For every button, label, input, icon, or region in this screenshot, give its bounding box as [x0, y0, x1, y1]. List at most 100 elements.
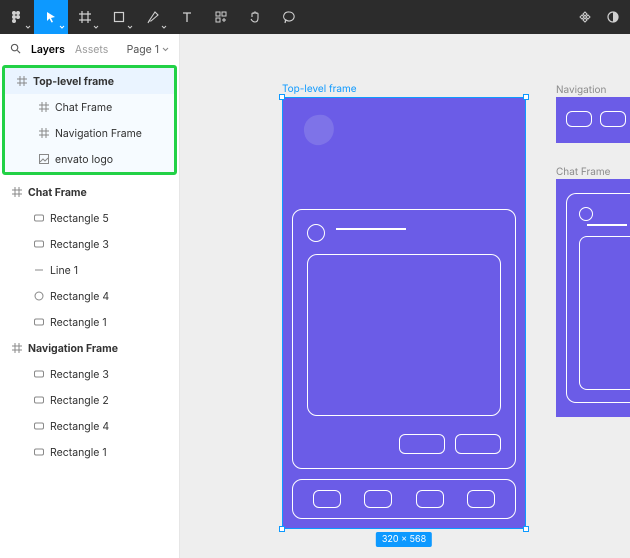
- toolbar-right: [578, 10, 620, 24]
- selection-handle[interactable]: [523, 526, 529, 532]
- layer-row[interactable]: envato logo: [5, 146, 174, 172]
- button-rect: [455, 434, 501, 454]
- chevron-down-icon: [59, 24, 65, 30]
- selected-layer-group: Top-level frame Chat Frame Navigation Fr…: [2, 65, 177, 175]
- navigation-frame: [292, 479, 516, 519]
- button-rect: [399, 434, 445, 454]
- layer-label: Rectangle 4: [50, 420, 109, 433]
- nav-button-rect: [313, 490, 341, 508]
- top-level-frame[interactable]: [282, 97, 526, 529]
- layer-row[interactable]: Rectangle 1: [0, 439, 179, 465]
- layer-row[interactable]: Rectangle 5: [0, 205, 179, 231]
- rect-icon: [34, 421, 44, 431]
- half-circle-icon[interactable]: [606, 10, 620, 24]
- button-rect: [566, 111, 592, 127]
- image-icon: [39, 154, 49, 164]
- comment-icon: [282, 10, 296, 24]
- selection-handle[interactable]: [279, 94, 285, 100]
- frame-icon: [39, 128, 49, 138]
- layer-row[interactable]: Chat Frame: [5, 94, 174, 120]
- layer-label: Top-level frame: [33, 75, 114, 88]
- avatar-circle: [579, 207, 593, 221]
- layer-row[interactable]: Navigation Frame: [0, 335, 179, 361]
- text-tool[interactable]: [170, 0, 204, 34]
- panel-header: Layers Assets Page 1: [0, 34, 179, 63]
- comment-tool[interactable]: [272, 0, 306, 34]
- figma-logo-icon: [10, 10, 24, 24]
- frame-icon: [17, 76, 27, 86]
- diamond-grid-icon[interactable]: [578, 10, 592, 24]
- page-selector[interactable]: Page 1: [127, 43, 169, 56]
- chat-frame: [292, 209, 516, 469]
- resources-tool[interactable]: [204, 0, 238, 34]
- layer-label: Rectangle 3: [50, 238, 109, 251]
- layer-label: Rectangle 1: [50, 316, 107, 329]
- nav-button-rect: [467, 490, 495, 508]
- text-icon: [180, 10, 194, 24]
- frame-title[interactable]: Top-level frame: [282, 83, 357, 95]
- frame-icon: [39, 102, 49, 112]
- layer-label: Rectangle 3: [50, 368, 109, 381]
- layer-row[interactable]: Line 1: [0, 257, 179, 283]
- hand-icon: [248, 10, 262, 24]
- content-rect: [579, 236, 630, 390]
- shape-tool[interactable]: [102, 0, 136, 34]
- layer-label: Line 1: [50, 264, 78, 277]
- content-rect: [307, 254, 501, 416]
- nav-button-rect: [364, 490, 392, 508]
- grid-plus-icon: [214, 10, 228, 24]
- line-icon: [34, 265, 44, 275]
- card-buttons: [399, 434, 501, 454]
- search-icon[interactable]: [10, 42, 21, 57]
- frame-tool[interactable]: [68, 0, 102, 34]
- layer-label: Navigation Frame: [28, 342, 118, 355]
- chevron-down-icon: [25, 24, 31, 30]
- text-line: [336, 228, 406, 230]
- rect-icon: [34, 395, 44, 405]
- hand-tool[interactable]: [238, 0, 272, 34]
- layer-label: envato logo: [55, 153, 113, 166]
- layer-row[interactable]: Top-level frame: [5, 68, 174, 94]
- toolbar-left: [0, 0, 306, 34]
- panel-tabs: Layers Assets: [10, 42, 108, 57]
- layer-row[interactable]: Rectangle 3: [0, 231, 179, 257]
- chevron-down-icon: [93, 24, 99, 30]
- layer-label: Rectangle 4: [50, 290, 109, 303]
- rect-icon: [34, 317, 44, 327]
- layer-row[interactable]: Rectangle 1: [0, 309, 179, 335]
- canvas[interactable]: Top-level frame 320 × 5: [180, 34, 630, 558]
- page-label: Page 1: [127, 43, 159, 56]
- tab-assets[interactable]: Assets: [75, 43, 108, 56]
- pen-icon: [146, 10, 160, 24]
- pointer-icon: [44, 10, 58, 24]
- nav-button-rect: [416, 490, 444, 508]
- pen-tool[interactable]: [136, 0, 170, 34]
- chat-frame-thumb[interactable]: [556, 179, 630, 417]
- top-toolbar: [0, 0, 630, 34]
- navigation-frame-thumb[interactable]: [556, 97, 630, 143]
- layer-label: Rectangle 1: [50, 446, 107, 459]
- layer-label: Rectangle 5: [50, 212, 109, 225]
- selection-handle[interactable]: [279, 526, 285, 532]
- layer-row[interactable]: Rectangle 2: [0, 387, 179, 413]
- left-panel: Layers Assets Page 1 Top-level frame Cha…: [0, 34, 180, 558]
- chevron-down-icon: [162, 43, 169, 56]
- layers-tree: Top-level frame Chat Frame Navigation Fr…: [0, 63, 179, 558]
- main-menu-button[interactable]: [0, 0, 34, 34]
- frame-title[interactable]: Chat Frame: [556, 166, 611, 178]
- layer-row[interactable]: Rectangle 4: [0, 283, 179, 309]
- button-rect: [600, 111, 626, 127]
- rect-icon: [34, 369, 44, 379]
- frame-icon: [78, 10, 92, 24]
- layer-row[interactable]: Navigation Frame: [5, 120, 174, 146]
- avatar-circle: [307, 224, 325, 242]
- main-area: Layers Assets Page 1 Top-level frame Cha…: [0, 34, 630, 558]
- layer-label: Rectangle 2: [50, 394, 109, 407]
- layer-row[interactable]: Rectangle 4: [0, 413, 179, 439]
- tab-layers[interactable]: Layers: [31, 43, 65, 56]
- layer-row[interactable]: Chat Frame: [0, 179, 179, 205]
- move-tool[interactable]: [34, 0, 68, 34]
- layer-row[interactable]: Rectangle 3: [0, 361, 179, 387]
- selection-handle[interactable]: [523, 94, 529, 100]
- dimensions-badge: 320 × 568: [376, 532, 432, 547]
